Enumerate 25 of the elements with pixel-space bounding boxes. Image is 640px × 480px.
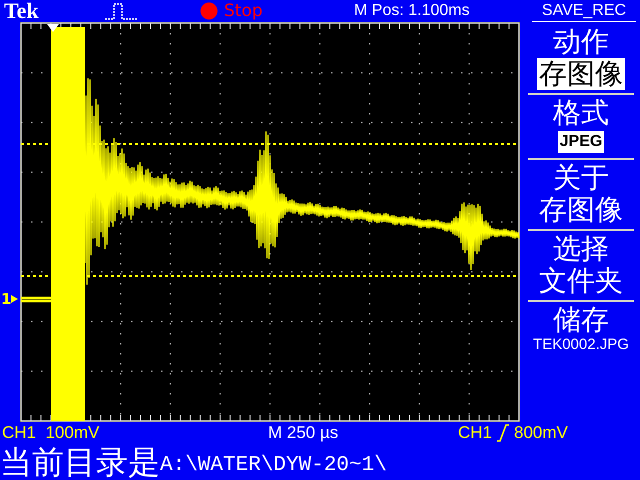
channel-scale: CH1 100mV xyxy=(1,423,100,443)
trigger-position-icon xyxy=(47,24,59,32)
timebase-readout: M 250 µs xyxy=(268,423,340,443)
save-button[interactable]: 储存 xyxy=(553,304,609,336)
trigger-level: 800mV xyxy=(514,423,568,443)
trigger-source: CH1 xyxy=(458,423,492,443)
menu-button[interactable]: 关于 存图像 xyxy=(539,162,623,226)
file-name: TEK0002.JPG xyxy=(533,336,629,353)
run-state: Stop xyxy=(224,1,263,21)
stop-indicator-icon xyxy=(200,2,218,20)
position-readout: M Pos: 1.100ms xyxy=(354,2,471,20)
arrow-icon xyxy=(11,295,18,303)
menu-button[interactable]: 选择 文件夹 xyxy=(539,233,623,297)
baseline-trace xyxy=(20,296,52,302)
menu-option[interactable]: JPEG xyxy=(558,131,604,153)
menu-label: 动作 xyxy=(553,26,609,58)
menu-title: SAVE_REC xyxy=(532,0,636,22)
menu-option[interactable]: 存图像 xyxy=(537,58,625,90)
rising-edge-icon xyxy=(496,424,510,442)
brand-logo: Tek xyxy=(3,0,40,22)
channel-marker: 1 xyxy=(1,290,12,308)
pulse-icon xyxy=(104,2,138,20)
directory-label: 当前目录是 xyxy=(0,444,160,480)
menu-label: 格式 xyxy=(553,97,609,129)
directory-path: A:\WATER\DYW-20~1\ xyxy=(160,453,387,479)
